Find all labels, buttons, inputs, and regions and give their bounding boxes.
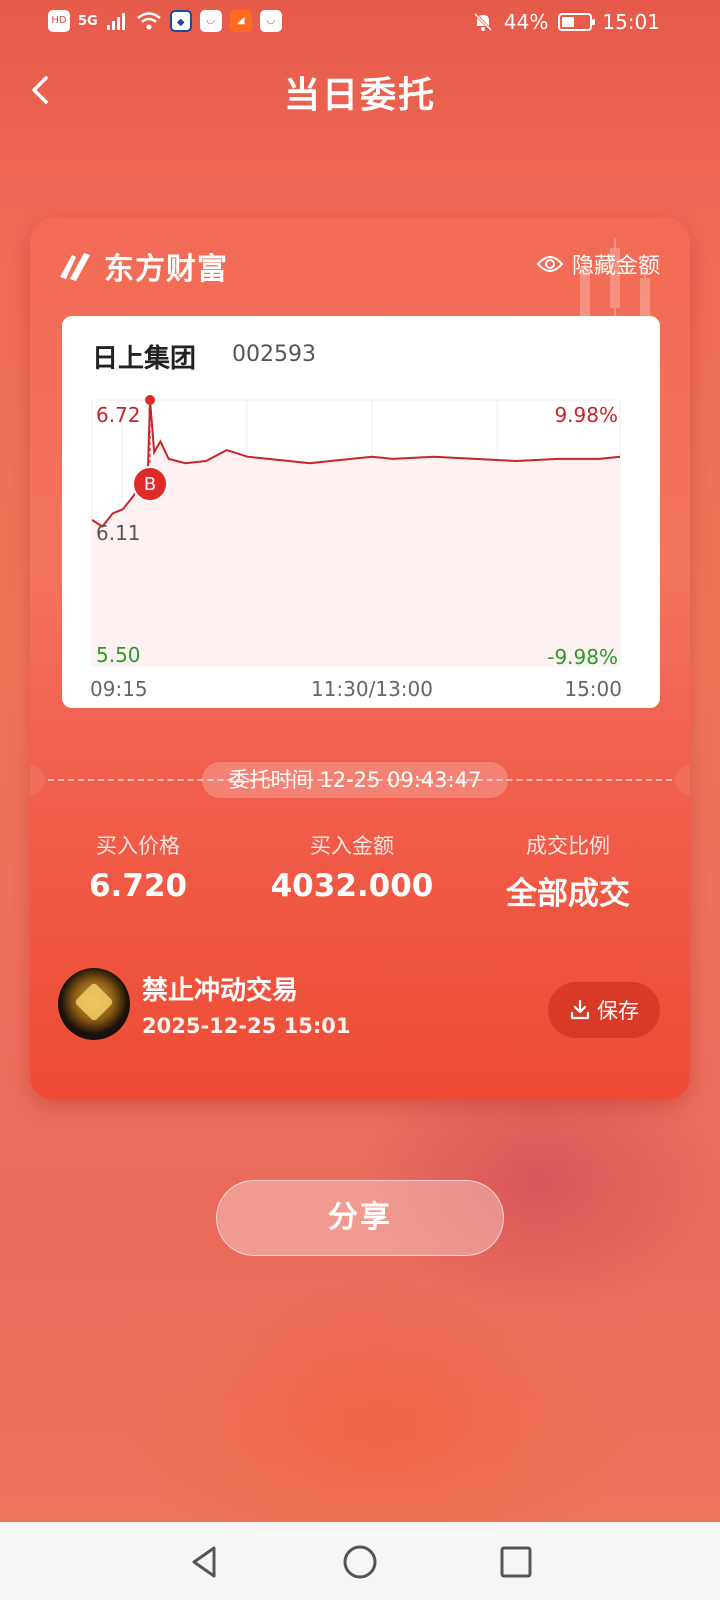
eastmoney-logo-icon [60,253,90,281]
price-area [92,400,620,666]
share-button[interactable]: 分享 [216,1180,504,1256]
app-icon: ◡ [199,10,222,32]
mute-bell-icon [473,12,492,32]
triangle-back-icon[interactable] [182,1540,226,1584]
badge-emblem-icon [74,982,114,1022]
pct-bottom-label: -9.98% [547,645,618,669]
chart-panel: 日上集团 002593 B 6.72 6.11 5.50 9.98% -9.98… [62,316,660,708]
app-icon: ◡ [259,10,282,32]
x-label-open: 09:15 [90,677,148,701]
status-bar: HD 5G ◆ ◡ ◢ ◡ 44% 15:01 [0,0,720,46]
stat-value: 全部成交 [506,876,630,912]
bank-app-icon: ◆ [169,10,192,32]
pct-top-label: 9.98% [554,403,618,427]
y-top-label: 6.72 [96,403,141,427]
buy-peak-dot [145,395,156,405]
eastmoney-app-icon: ◢ [229,10,252,32]
status-left: HD 5G ◆ ◡ ◢ ◡ [48,10,282,32]
signal-5g-icon: 5G [78,13,98,29]
wifi-icon [136,12,161,30]
hide-amount-label: 隐藏金额 [571,254,660,279]
order-card: 东方财富 隐藏金额 日上集团 002593 B 6.72 6.11 5.50 9… [30,218,690,1100]
stat-buy-price: 买入价格 6.720 [38,830,238,904]
brand-name: 东方财富 [104,252,228,287]
x-label-close: 15:00 [564,677,622,701]
stat-label: 成交比例 [526,834,610,858]
stat-value: 6.720 [88,868,188,904]
buy-marker-label: B [144,474,156,495]
circle-home-icon[interactable] [338,1540,382,1584]
stat-value: 4032.000 [270,868,434,904]
square-recent-icon[interactable] [494,1540,538,1584]
system-nav-bar [0,1522,720,1600]
stat-label: 买入金额 [310,834,394,858]
save-label: 保存 [597,999,639,1023]
page-title: 当日委托 [283,75,436,116]
card-timestamp: 2025-12-25 15:01 [142,1014,351,1038]
hide-amount-toggle[interactable]: 隐藏金额 [536,248,660,280]
stat-label: 买入价格 [96,834,180,858]
hd-icon: HD [48,10,70,32]
download-icon [570,999,590,1020]
status-right: 44% 15:01 [472,10,660,34]
battery-percent: 44% [503,10,549,34]
ticket-notch-right [675,765,690,795]
stat-buy-amount: 买入金额 4032.000 [252,830,452,904]
x-label-mid: 11:30/13:00 [311,677,433,701]
brand-logo: 东方财富 [58,244,228,288]
battery-icon [558,13,596,31]
stat-fill-ratio: 成交比例 全部成交 [468,830,668,913]
ticket-notch-left [30,765,45,795]
entrust-time: 委托时间 12-25 09:43:47 [202,762,508,798]
motto-text: 禁止冲动交易 [142,976,299,1006]
status-time: 15:01 [602,10,660,34]
eye-icon [536,256,564,272]
intraday-chart: B 6.72 6.11 5.50 9.98% -9.98% 09:15 11:3… [90,395,622,701]
save-button[interactable]: 保存 [548,982,660,1038]
y-mid-label: 6.11 [96,521,141,545]
battery-fill [562,17,574,27]
avatar [58,968,130,1040]
signal-bars-icon [106,13,125,30]
y-bottom-label: 5.50 [96,643,141,667]
